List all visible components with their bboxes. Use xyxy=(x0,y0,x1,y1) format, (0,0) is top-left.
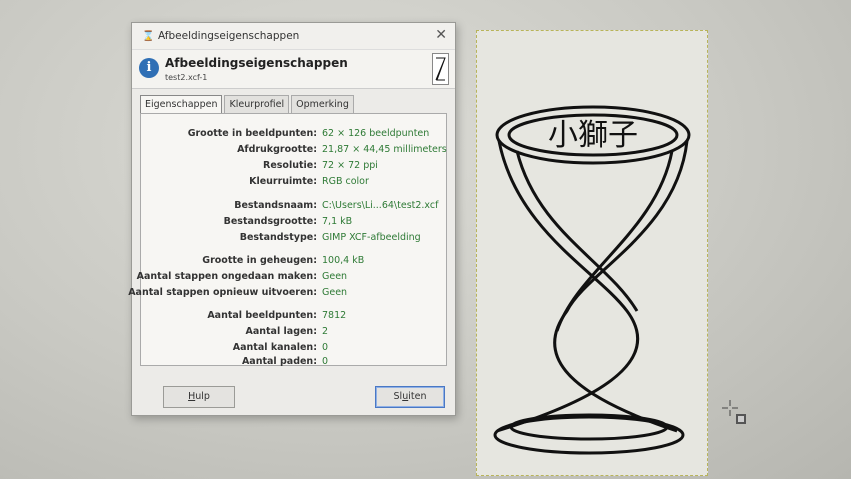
property-value: 7,1 kB xyxy=(322,216,353,227)
dialog-header: i Afbeeldingseigenschappen test2.xcf-1 xyxy=(132,49,455,89)
hourglass-icon: ⌛ xyxy=(142,31,155,42)
property-row: Grootte in geheugen: 100,4 kB xyxy=(141,254,446,267)
help-label: ulp xyxy=(195,391,210,402)
property-label: Grootte in beeldpunten: xyxy=(187,128,317,139)
property-value: 0 xyxy=(322,342,329,353)
hourglass-drawing: 小獅子 xyxy=(493,105,691,455)
tab-strip: Eigenschappen Kleurprofiel Opmerking xyxy=(140,95,356,113)
property-label: Aantal paden: xyxy=(241,356,317,367)
property-value: 100,4 kB xyxy=(322,255,365,266)
properties-panel: Grootte in beeldpunten: 62 × 126 beeldpu… xyxy=(128,113,447,368)
property-value: RGB color xyxy=(322,176,369,187)
property-label: Aantal lagen: xyxy=(245,326,317,337)
property-row: Bestandstype: GIMP XCF-afbeelding xyxy=(141,231,446,244)
property-value: GIMP XCF-afbeelding xyxy=(322,232,421,243)
property-label: Aantal stappen ongedaan maken: xyxy=(136,271,317,282)
header-title: Afbeeldingseigenschappen xyxy=(165,56,348,70)
property-label: Bestandstype: xyxy=(239,232,317,243)
window-title: Afbeeldingseigenschappen xyxy=(158,30,300,42)
drawing-text: 小獅子 xyxy=(548,118,638,153)
property-row: Bestandsnaam: C:\Users\Li...64\test2.xcf xyxy=(141,199,446,212)
cursor-square-icon xyxy=(736,414,746,424)
property-label: Aantal stappen opnieuw uitvoeren: xyxy=(128,287,317,298)
tab-opmerking[interactable]: Opmerking xyxy=(291,95,354,113)
property-row: Aantal paden: 0 xyxy=(141,355,446,368)
close-button[interactable]: Sluiten xyxy=(375,386,445,408)
property-label: Aantal beeldpunten: xyxy=(207,310,317,321)
property-value: 72 × 72 ppi xyxy=(322,160,378,171)
property-label: Bestandsgrootte: xyxy=(223,216,317,227)
image-properties-dialog: ⌛ Afbeeldingseigenschappen ✕ i Afbeeldin… xyxy=(128,22,456,416)
help-button[interactable]: Hulp xyxy=(163,386,235,408)
property-value: 62 × 126 beeldpunten xyxy=(322,128,430,139)
property-row: Aantal lagen: 2 xyxy=(141,325,446,338)
info-icon: i xyxy=(139,58,159,78)
property-row: Bestandsgrootte: 7,1 kB xyxy=(141,215,446,228)
hourglass-thumbnail-icon xyxy=(432,53,449,85)
close-icon[interactable]: ✕ xyxy=(435,27,447,43)
property-label: Resolutie: xyxy=(263,160,317,171)
property-label: Afdrukgrootte: xyxy=(237,144,317,155)
property-value: 2 xyxy=(322,326,329,337)
header-subtitle: test2.xcf-1 xyxy=(165,73,208,82)
property-value: Geen xyxy=(322,271,348,282)
property-label: Kleurruimte: xyxy=(249,176,317,187)
property-row: Resolutie: 72 × 72 ppi xyxy=(141,159,446,172)
property-row: Aantal stappen ongedaan maken: Geen xyxy=(137,270,446,283)
property-value: 0 xyxy=(322,356,329,367)
tab-kleurprofiel[interactable]: Kleurprofiel xyxy=(224,95,290,113)
property-value: C:\Users\Li...64\test2.xcf xyxy=(322,200,439,211)
tab-eigenschappen[interactable]: Eigenschappen xyxy=(140,95,223,113)
property-row: Afdrukgrootte: 21,87 × 44,45 millimeters xyxy=(141,143,447,156)
property-value: Geen xyxy=(322,287,348,298)
image-frame[interactable]: 小獅子 xyxy=(476,30,708,476)
property-row: Aantal kanalen: 0 xyxy=(141,341,446,354)
property-label: Grootte in geheugen: xyxy=(202,255,317,266)
property-label: Aantal kanalen: xyxy=(232,342,317,353)
dialog-titlebar[interactable]: ⌛ Afbeeldingseigenschappen ✕ xyxy=(132,23,455,49)
property-label: Bestandsnaam: xyxy=(234,200,317,211)
property-value: 7812 xyxy=(322,310,347,321)
property-value: 21,87 × 44,45 millimeters xyxy=(322,144,447,155)
property-row: Grootte in beeldpunten: 62 × 126 beeldpu… xyxy=(141,127,446,140)
property-row: Aantal beeldpunten: 7812 xyxy=(141,309,446,322)
property-row: Kleurruimte: RGB color xyxy=(141,175,446,188)
close-label-pre: Sl xyxy=(393,391,403,402)
close-label-post: iten xyxy=(408,391,427,402)
property-row: Aantal stappen opnieuw uitvoeren: Geen xyxy=(128,286,446,299)
